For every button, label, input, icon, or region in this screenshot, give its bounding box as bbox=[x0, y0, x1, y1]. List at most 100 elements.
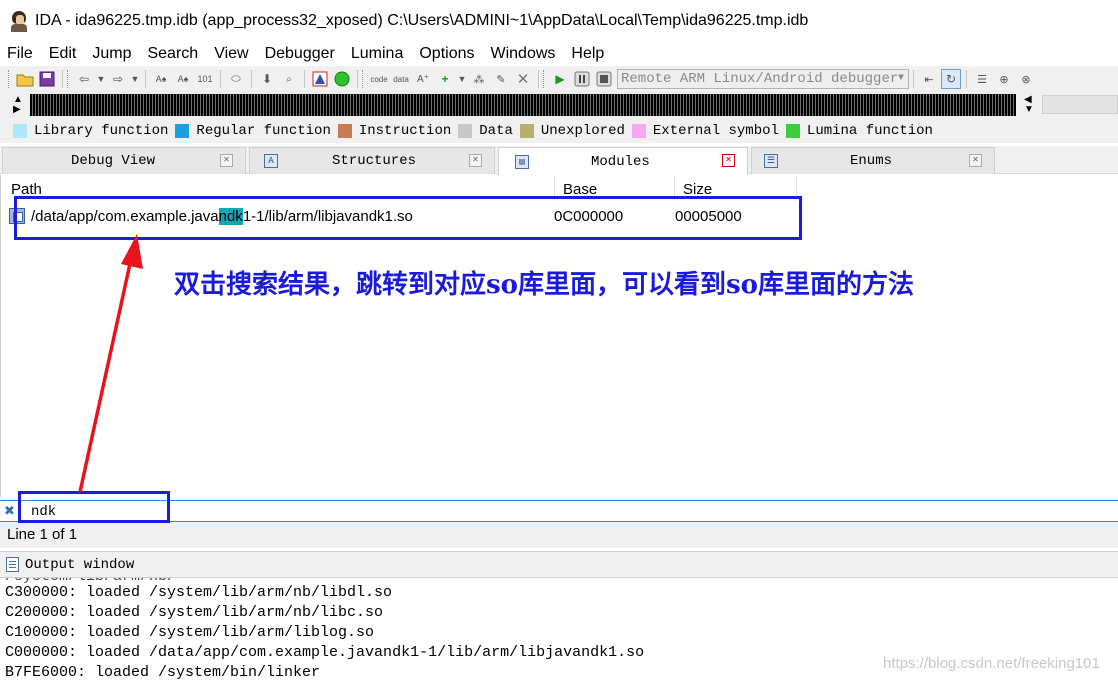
attach-icon[interactable]: ⇤ bbox=[919, 69, 939, 89]
string-icon[interactable]: A⁺ bbox=[413, 69, 433, 89]
close-icon[interactable]: ✕ bbox=[969, 154, 982, 167]
back-dropdown-icon[interactable]: ▼ bbox=[96, 69, 106, 89]
chevron-down-icon: ▼ bbox=[897, 73, 904, 84]
menu-search[interactable]: Search bbox=[139, 43, 206, 65]
window-title: IDA - ida96225.tmp.idb (app_process32_xp… bbox=[35, 12, 809, 29]
ida-logo-icon bbox=[9, 10, 29, 32]
tab-structures[interactable]: A Structures ✕ bbox=[249, 147, 495, 174]
line-status: Line 1 of 1 bbox=[0, 522, 1118, 548]
output-window-icon bbox=[6, 557, 19, 572]
tab-label: Structures bbox=[332, 153, 417, 169]
play-icon[interactable]: ▶ bbox=[550, 69, 570, 89]
modules-icon: ▤ bbox=[515, 154, 529, 169]
search-code-icon[interactable]: ⌕ bbox=[279, 69, 299, 89]
back-arrow-icon[interactable]: ⇦ bbox=[74, 69, 94, 89]
delete-breakpoint-icon[interactable]: ⊗ bbox=[1016, 69, 1036, 89]
tab-debug-view[interactable]: Debug View ✕ bbox=[2, 147, 246, 174]
legend-swatch bbox=[785, 124, 800, 138]
close-icon[interactable]: ✕ bbox=[220, 154, 233, 167]
close-icon[interactable]: ✕ bbox=[722, 154, 735, 167]
legend-item: Lumina function bbox=[785, 123, 933, 139]
undefine-icon[interactable]: ✕ bbox=[513, 69, 533, 89]
nav-scroll-area[interactable] bbox=[1042, 95, 1118, 114]
warning-icon[interactable] bbox=[310, 69, 330, 89]
output-window-header: Output window bbox=[0, 551, 1118, 577]
output-window-title: Output window bbox=[25, 556, 135, 573]
menu-help[interactable]: Help bbox=[563, 43, 612, 65]
add-dropdown-icon[interactable]: ▼ bbox=[457, 69, 467, 89]
legend-swatch bbox=[337, 124, 352, 138]
nav-right-arrow-icon[interactable]: ◀ ▼ bbox=[1024, 95, 1034, 115]
forward-dropdown-icon[interactable]: ▼ bbox=[130, 69, 140, 89]
navigation-band-bar[interactable] bbox=[30, 94, 1016, 116]
menu-bar: File Edit Jump Search View Debugger Lumi… bbox=[0, 42, 1118, 66]
structures-icon: A bbox=[264, 154, 278, 168]
code-icon[interactable]: code bbox=[369, 69, 389, 89]
menu-windows[interactable]: Windows bbox=[482, 43, 563, 65]
legend-label: Instruction bbox=[358, 123, 452, 139]
array-icon[interactable]: ⁂ bbox=[469, 69, 489, 89]
output-line: C300000: loaded /system/lib/arm/nb/libdl… bbox=[5, 584, 393, 601]
menu-view[interactable]: View bbox=[206, 43, 256, 65]
menu-jump[interactable]: Jump bbox=[84, 43, 139, 65]
output-line: C000000: loaded /data/app/com.example.ja… bbox=[5, 644, 645, 661]
search-binary-icon[interactable]: A♠ bbox=[173, 69, 193, 89]
watermark: https://blog.csdn.net/freeking101 bbox=[883, 655, 1100, 672]
tab-label: Enums bbox=[850, 153, 893, 169]
search-immediate-icon[interactable]: 101 bbox=[195, 69, 215, 89]
rename-icon[interactable]: ✎ bbox=[491, 69, 511, 89]
enums-icon: ☰ bbox=[764, 154, 778, 168]
toolbar: ⇦ ▼ ⇨ ▼ A♠ A♠ 101 ⬭ ⬇ ⌕ code data A⁺ + ▼… bbox=[0, 66, 1118, 92]
tab-enums[interactable]: ☰ Enums ✕ bbox=[751, 147, 995, 174]
title-bar: IDA - ida96225.tmp.idb (app_process32_xp… bbox=[0, 0, 1118, 42]
open-folder-icon[interactable] bbox=[15, 69, 35, 89]
legend-label: Lumina function bbox=[806, 123, 933, 139]
close-icon[interactable]: ✕ bbox=[469, 154, 482, 167]
legend-label: Data bbox=[479, 123, 513, 139]
output-line: B7FE6000: loaded /system/bin/linker bbox=[5, 664, 321, 681]
add-green-icon[interactable]: + bbox=[435, 69, 455, 89]
add-breakpoint-icon[interactable]: ⊕ bbox=[994, 69, 1014, 89]
search-text-icon[interactable]: A♠ bbox=[151, 69, 171, 89]
navigation-band: ▲ ▶ ◀ ▼ bbox=[0, 92, 1118, 119]
legend-item: Regular function bbox=[175, 123, 331, 139]
menu-options[interactable]: Options bbox=[411, 43, 482, 65]
green-circle-icon[interactable] bbox=[332, 69, 352, 89]
legend-item: Instruction bbox=[337, 123, 452, 139]
legend-label: Unexplored bbox=[540, 123, 625, 139]
legend-swatch bbox=[458, 124, 473, 138]
nav-left-arrow-icon[interactable]: ▲ ▶ bbox=[13, 95, 23, 115]
legend-item: External symbol bbox=[631, 123, 779, 139]
menu-file[interactable]: File bbox=[0, 43, 41, 65]
annotation-box-result bbox=[14, 196, 802, 240]
breakpoint-list-icon[interactable]: ☰ bbox=[972, 69, 992, 89]
annotation-text: 双击搜索结果，跳转到对应so库里面，可以看到so库里面的方法 bbox=[174, 270, 914, 300]
refresh-icon[interactable]: ↻ bbox=[941, 69, 961, 89]
annotation-box-filter bbox=[18, 491, 170, 523]
tab-modules[interactable]: ▤ Modules ✕ bbox=[498, 147, 748, 175]
search-next-icon[interactable]: ⬭ bbox=[226, 69, 246, 89]
data-icon[interactable]: data bbox=[391, 69, 411, 89]
forward-arrow-icon[interactable]: ⇨ bbox=[108, 69, 128, 89]
close-filter-icon[interactable]: ✖ bbox=[4, 504, 15, 518]
legend-label: Library function bbox=[34, 123, 169, 139]
pause-icon[interactable] bbox=[572, 69, 592, 89]
legend-label: Regular function bbox=[196, 123, 331, 139]
save-icon[interactable] bbox=[37, 69, 57, 89]
tab-label: Modules bbox=[591, 153, 650, 170]
menu-edit[interactable]: Edit bbox=[41, 43, 85, 65]
legend-item: Data bbox=[458, 123, 513, 139]
legend-item: Library function bbox=[13, 123, 168, 139]
menu-lumina[interactable]: Lumina bbox=[343, 43, 411, 65]
legend-swatch bbox=[519, 124, 534, 138]
down-arrow-icon[interactable]: ⬇ bbox=[257, 69, 277, 89]
legend-item: Unexplored bbox=[519, 123, 625, 139]
toolbar-grip[interactable] bbox=[8, 70, 11, 88]
legend-swatch bbox=[175, 124, 190, 138]
legend: Library function Regular function Instru… bbox=[0, 119, 1118, 143]
stop-icon[interactable] bbox=[594, 69, 614, 89]
tab-label: Debug View bbox=[71, 153, 156, 169]
menu-debugger[interactable]: Debugger bbox=[257, 43, 343, 65]
output-line: C200000: loaded /system/lib/arm/nb/libc.… bbox=[5, 604, 384, 621]
debugger-select[interactable]: Remote ARM Linux/Android debugger ▼ bbox=[617, 69, 909, 89]
